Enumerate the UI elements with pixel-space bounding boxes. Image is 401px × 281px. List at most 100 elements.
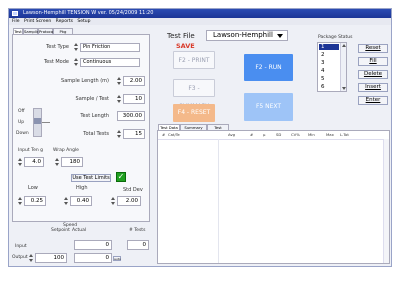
- off-label: Off: [18, 109, 25, 114]
- table-header: # Cat/Te Avg # μ SD CV% Min Max L.Tot: [158, 131, 389, 140]
- test-file-select[interactable]: Lawson-Hemphill: [206, 30, 288, 41]
- test-file-value: Lawson-Hemphill: [213, 31, 273, 39]
- col-index: #: [162, 132, 166, 137]
- scroll-up-icon[interactable]: [342, 44, 346, 47]
- col-mu: μ: [263, 132, 266, 137]
- actual-label: Actual: [72, 228, 87, 233]
- f5-next-button[interactable]: F5 NEXT: [244, 93, 293, 121]
- use-test-limits-button[interactable]: Use Test Limits: [71, 174, 111, 182]
- test-length-label: Test Length: [80, 113, 109, 119]
- test-type-select[interactable]: Pin Friction: [80, 43, 140, 52]
- window-title: Lawson-Hemphill TENSION W ver. 05/24/200…: [23, 10, 154, 16]
- table-divider: [218, 139, 219, 263]
- test-type-stepper[interactable]: [74, 43, 78, 51]
- tests-count-label: # Tests: [129, 228, 146, 233]
- input-speed-label: Input: [15, 244, 27, 249]
- direction-slider[interactable]: [33, 108, 42, 137]
- high-field[interactable]: 0.40: [70, 196, 92, 206]
- setpoint-label: Setpoint: [51, 228, 70, 233]
- total-tests-field[interactable]: 15: [123, 129, 145, 139]
- std-dev-field[interactable]: 2.00: [117, 196, 141, 206]
- test-data-table: # Cat/Te Avg # μ SD CV% Min Max L.Tot: [157, 130, 390, 264]
- input-tension-field[interactable]: 4.0: [24, 157, 44, 167]
- menu-setup[interactable]: Setup: [77, 19, 90, 24]
- col-count: #: [250, 132, 254, 137]
- package-status-label: Package Status: [318, 35, 353, 40]
- slider-link-line: [42, 122, 50, 123]
- insert-button[interactable]: Insert: [358, 83, 388, 92]
- test-mode-label: Test Mode: [43, 59, 69, 65]
- menu-print-screen[interactable]: Print Screen: [24, 19, 51, 24]
- samples-per-test-field[interactable]: 10: [123, 94, 145, 104]
- package-list-scrollbar[interactable]: [340, 43, 346, 91]
- wrap-angle-label: Wrap Angle: [53, 148, 79, 153]
- menu-file[interactable]: File: [12, 19, 20, 24]
- package-item-5[interactable]: 5: [319, 76, 339, 82]
- scroll-down-icon[interactable]: [342, 87, 346, 90]
- table-scrollbar[interactable]: [383, 139, 389, 263]
- input-actual-field: 0: [74, 240, 112, 250]
- test-setup-panel: Test Type Pin Friction Test Mode Continu…: [12, 34, 150, 222]
- slider-thumb[interactable]: [34, 118, 41, 124]
- package-item-3[interactable]: 3: [319, 60, 339, 66]
- chevron-down-icon: [277, 34, 283, 38]
- high-stepper[interactable]: [64, 197, 68, 205]
- wrap-angle-stepper[interactable]: [55, 158, 59, 166]
- f3-summary-button[interactable]: F3 - SUMMARY: [173, 79, 215, 110]
- output-setpoint-field[interactable]: 100: [35, 253, 67, 263]
- std-dev-stepper[interactable]: [111, 197, 115, 205]
- samples-per-test-stepper[interactable]: [117, 95, 121, 103]
- delete-button[interactable]: Delete: [358, 70, 388, 79]
- col-sd: SD: [276, 132, 282, 137]
- total-tests-stepper[interactable]: [117, 130, 121, 138]
- col-min: Min: [308, 132, 315, 137]
- menu-reports[interactable]: Reports: [56, 19, 73, 24]
- col-max: Max: [326, 132, 334, 137]
- use-test-limits-checkbox[interactable]: ✓: [116, 172, 126, 182]
- sample-length-label: Sample Length (m): [61, 78, 109, 84]
- up-label: Up: [18, 120, 25, 125]
- col-cv: CV%: [291, 132, 300, 137]
- title-bar: Lawson-Hemphill TENSION W ver. 05/24/200…: [9, 9, 391, 18]
- save-label[interactable]: SAVE: [176, 42, 195, 50]
- low-field[interactable]: 0.25: [24, 196, 46, 206]
- app-window: Lawson-Hemphill TENSION W ver. 05/24/200…: [8, 8, 392, 267]
- test-mode-select[interactable]: Continuous: [80, 58, 140, 67]
- package-item-4[interactable]: 4: [319, 68, 339, 74]
- sample-length-stepper[interactable]: [117, 77, 121, 85]
- app-icon: [12, 11, 18, 16]
- input-tests-field: 0: [127, 240, 149, 250]
- sample-length-field[interactable]: 2.00: [123, 76, 145, 86]
- test-mode-stepper[interactable]: [74, 58, 78, 66]
- fill-button[interactable]: Fill: [358, 57, 388, 66]
- col-avg: Avg: [228, 132, 236, 137]
- test-length-field[interactable]: 300.00: [117, 111, 145, 121]
- col-cat: Cat/Te: [168, 132, 180, 137]
- package-item-6[interactable]: 6: [319, 84, 339, 90]
- menu-bar: File Print Screen Reports Setup: [9, 18, 391, 25]
- output-auto-button[interactable]: auto: [113, 256, 121, 261]
- package-item-2[interactable]: 2: [319, 52, 339, 58]
- high-label: High: [76, 185, 88, 191]
- enter-button[interactable]: Enter: [358, 96, 388, 105]
- test-type-label: Test Type: [46, 44, 69, 50]
- low-label: Low: [28, 185, 38, 191]
- std-dev-label: Std Dev: [123, 187, 143, 193]
- test-file-label: Test File: [167, 32, 195, 40]
- input-tension-label: Input Ten g: [18, 148, 43, 153]
- package-item-1[interactable]: 1: [319, 44, 339, 50]
- package-status-list[interactable]: 1 2 3 4 5 6: [317, 42, 347, 92]
- f2-print-button[interactable]: F2 - PRINT: [173, 51, 215, 69]
- low-stepper[interactable]: [18, 197, 22, 205]
- output-speed-label: Output: [12, 255, 28, 260]
- f4-reset-button[interactable]: F4 - RESET: [173, 104, 215, 122]
- output-setpoint-stepper[interactable]: [29, 254, 33, 262]
- reset-button[interactable]: Reset: [358, 44, 388, 53]
- down-label: Down: [16, 131, 29, 136]
- f2-run-button[interactable]: F2 - RUN: [244, 54, 293, 81]
- wrap-angle-field[interactable]: 180: [61, 157, 83, 167]
- col-ltot: L.Tot: [340, 132, 349, 137]
- total-tests-label: Total Tests: [83, 131, 109, 137]
- samples-per-test-label: Sample / Test: [75, 96, 109, 102]
- input-tension-stepper[interactable]: [18, 158, 22, 166]
